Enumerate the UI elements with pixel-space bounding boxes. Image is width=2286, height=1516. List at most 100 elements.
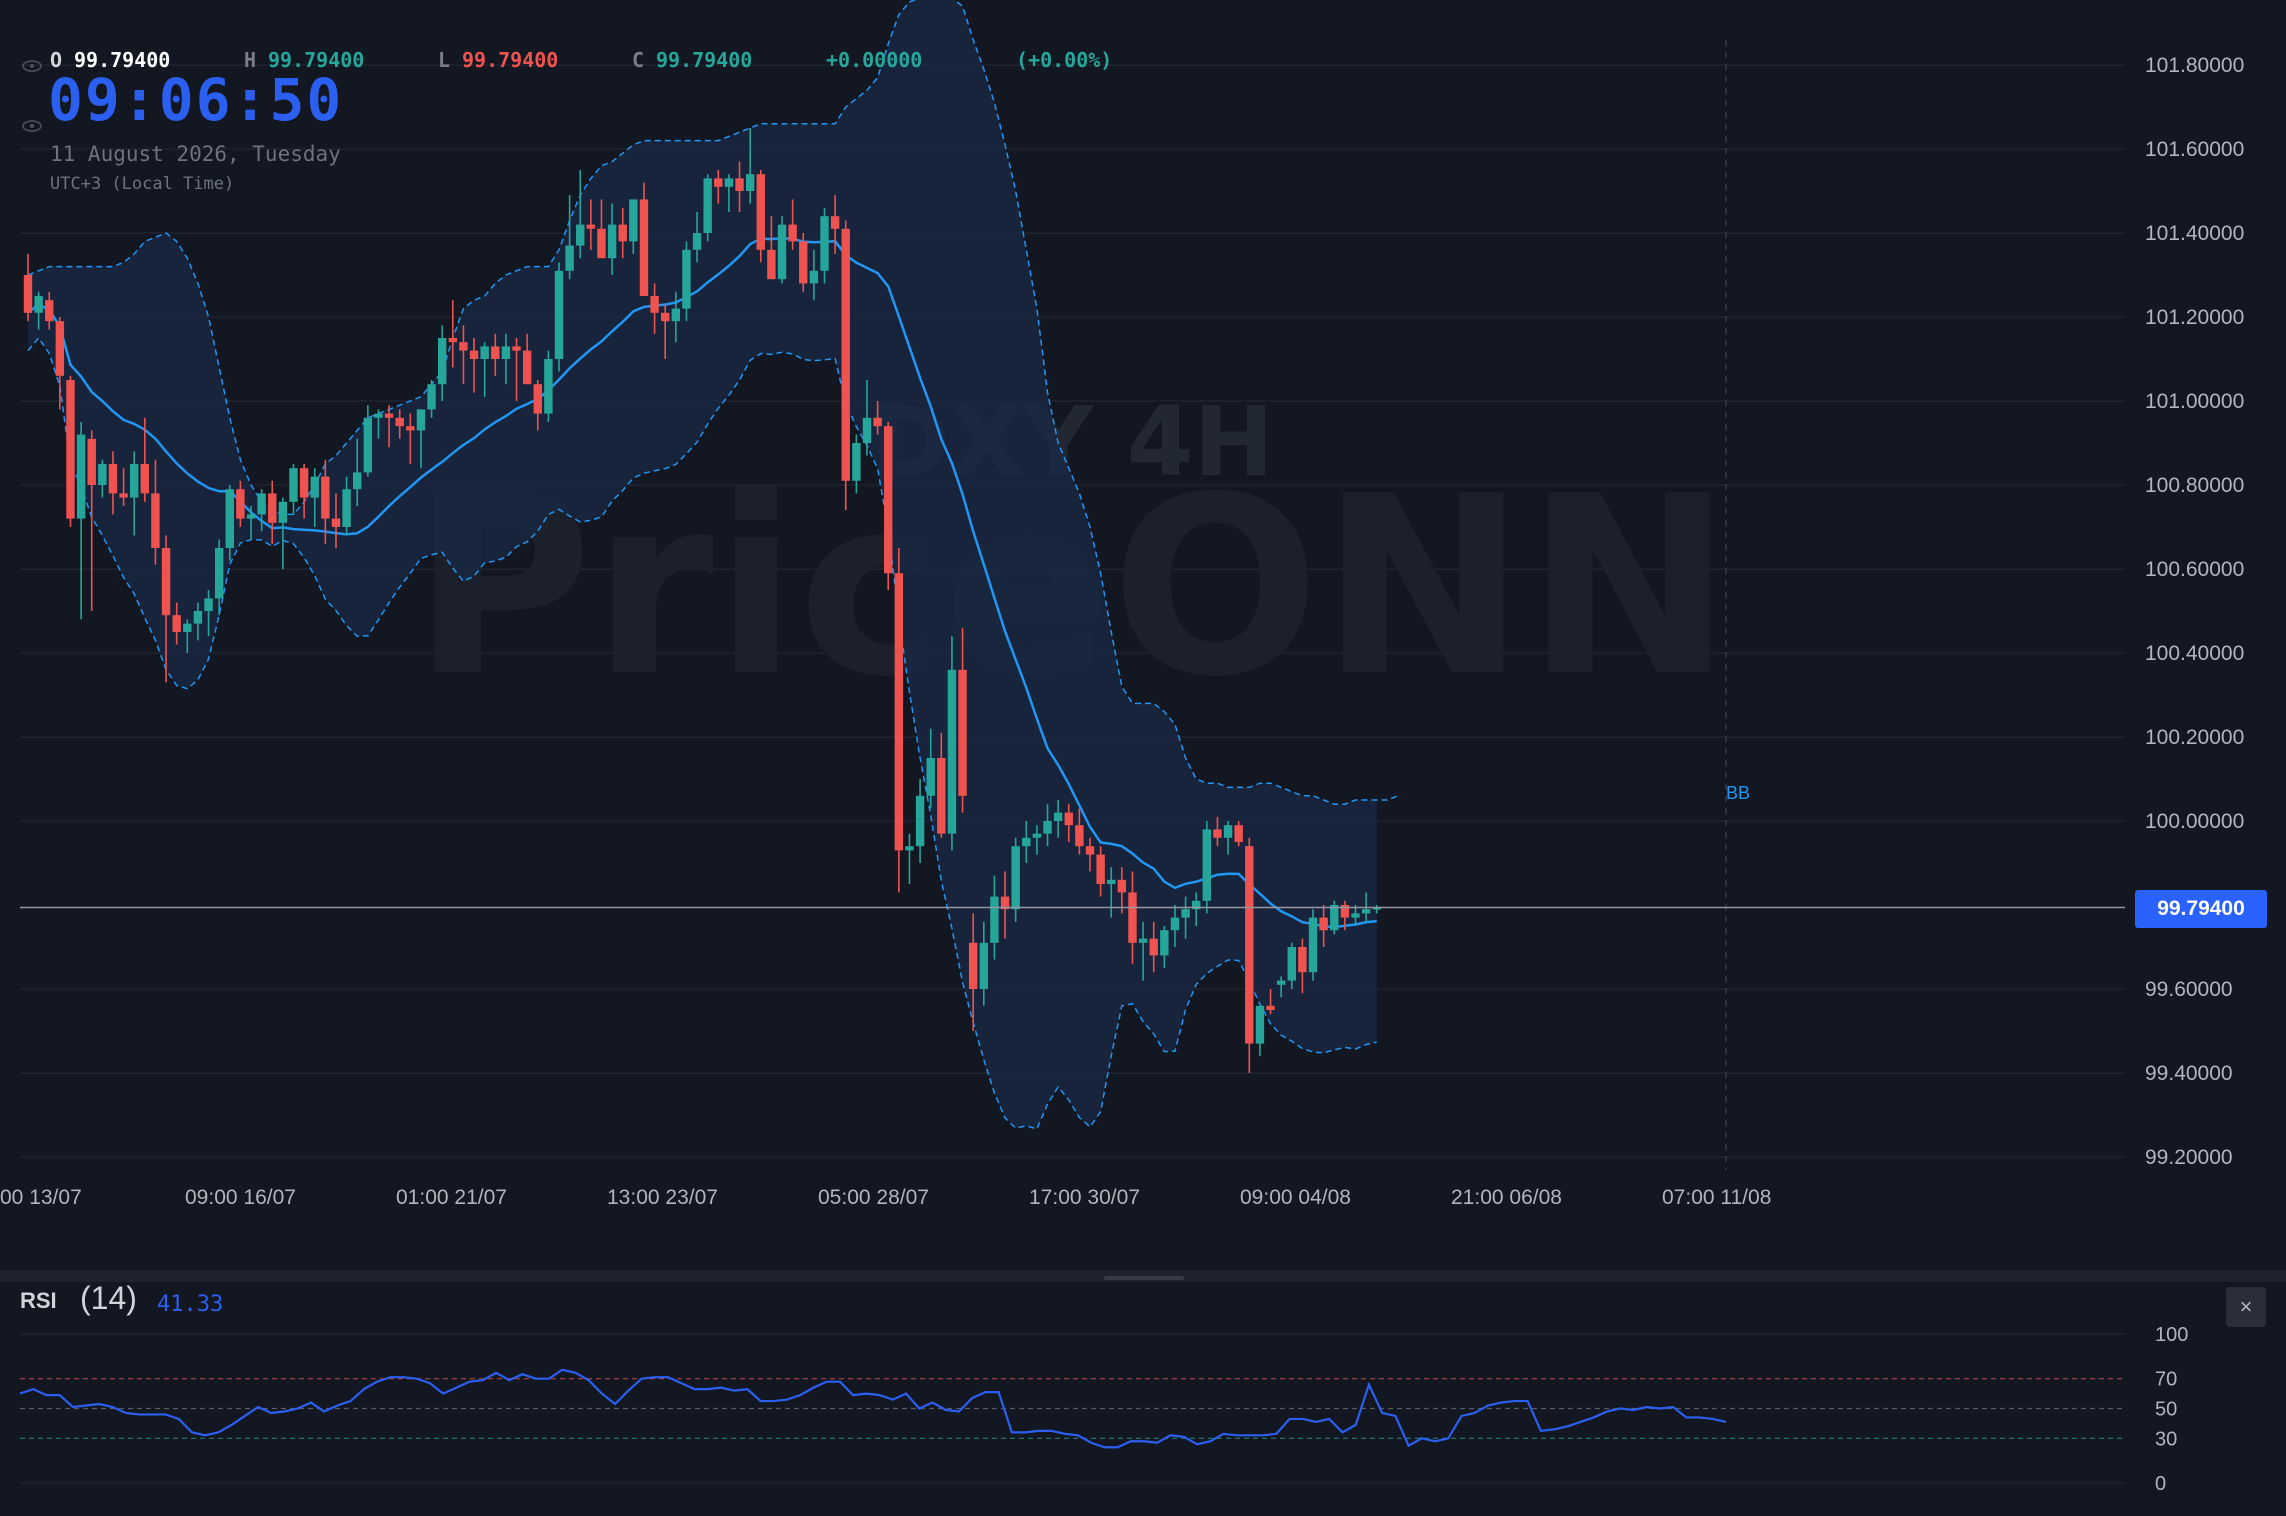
candle-body	[777, 224, 787, 280]
price-chart-canvas[interactable]: DXY 4H PriceONN 101.80000101.60000101.40…	[0, 0, 2286, 1270]
time-axis-label: 09:00 16/07	[185, 1186, 296, 1209]
rsi-pane[interactable]: 100 70 50 30 0 RSI (14) 41.33 ×	[0, 1270, 2286, 1516]
price-axis-label: 101.00000	[2145, 390, 2244, 413]
candle-body	[533, 384, 542, 414]
rsi-period: (14)	[80, 1280, 137, 1316]
candle-body	[1202, 829, 1212, 901]
rsi-axis-label: 0	[2155, 1473, 2166, 1495]
candle-body	[597, 228, 606, 259]
eye-icon[interactable]	[22, 120, 42, 132]
change-percent: (+0.00%)	[1016, 48, 1113, 72]
candle-body	[639, 199, 649, 296]
candle-body	[321, 476, 330, 519]
candle-body	[894, 573, 904, 851]
time-axis-label: 13:00 23/07	[607, 1186, 718, 1209]
candle-body	[735, 178, 744, 191]
low-value: 99.79400	[462, 48, 559, 72]
candle-body	[968, 942, 978, 989]
candle-body	[34, 296, 43, 313]
candle-body	[1022, 837, 1031, 847]
candle-body	[204, 598, 213, 611]
candle-body	[395, 417, 404, 427]
price-axis-label: 99.40000	[2145, 1062, 2233, 1085]
candle-body	[926, 758, 935, 796]
candle-body	[1107, 879, 1116, 884]
candle-body	[586, 224, 596, 229]
candle-body	[544, 359, 553, 414]
candle-body	[1085, 846, 1095, 855]
price-chart[interactable]: DXY 4H PriceONN 101.80000101.60000101.40…	[0, 0, 2286, 1270]
candle-body	[342, 489, 351, 527]
candle-body	[1266, 1005, 1275, 1010]
candle-body	[1298, 947, 1307, 973]
low-label: L	[438, 48, 451, 72]
candle-body	[554, 270, 564, 359]
candle-body	[1032, 833, 1042, 838]
time-axis-label: 05:00 28/07	[818, 1186, 929, 1209]
price-axis-label: 99.60000	[2145, 978, 2233, 1001]
price-axis-label: 100.20000	[2145, 726, 2244, 749]
candle-body	[140, 464, 150, 494]
candle-body	[480, 346, 489, 359]
close-pane-button[interactable]: ×	[2226, 1287, 2266, 1327]
candle-body	[45, 300, 54, 322]
price-axis-label: 101.80000	[2145, 54, 2244, 77]
candle-body	[522, 350, 532, 385]
clock-date: 11 August 2026, Tuesday	[50, 142, 341, 166]
candle-body	[1053, 812, 1063, 821]
candle-body	[459, 342, 468, 351]
candle-body	[183, 623, 192, 632]
candle-body	[1213, 829, 1222, 838]
candle-body	[130, 464, 139, 498]
price-axis-label: 100.80000	[2145, 474, 2244, 497]
candle-body	[108, 464, 118, 494]
eye-icon[interactable]	[22, 60, 42, 72]
candle-body	[703, 178, 712, 233]
candle-body	[406, 426, 415, 431]
candle-body	[437, 338, 447, 385]
price-axis-label: 101.60000	[2145, 138, 2244, 161]
candle-body	[884, 426, 893, 574]
candle-body	[55, 321, 65, 376]
candle-body	[1170, 917, 1180, 931]
candle-body	[448, 338, 457, 343]
candle-body	[299, 468, 309, 498]
candle-body	[1351, 913, 1360, 918]
candle-body	[193, 611, 203, 624]
price-axis-label: 100.00000	[2145, 810, 2244, 833]
candle-body	[841, 228, 850, 481]
rsi-axis-label: 100	[2155, 1324, 2188, 1346]
candle-body	[353, 472, 362, 490]
candle-body	[98, 464, 107, 485]
candle-body	[852, 443, 861, 481]
candle-body	[830, 216, 840, 229]
candle-body	[1149, 938, 1158, 956]
time-axis-label: 00 13/07	[0, 1186, 82, 1209]
candle-body	[958, 669, 967, 796]
candle-body	[225, 489, 234, 548]
candle-body	[1064, 812, 1073, 826]
candle-body	[905, 846, 914, 851]
candle-body	[618, 224, 627, 242]
candle-body	[1096, 854, 1105, 884]
bb-indicator-tag[interactable]: BB	[1726, 783, 1750, 804]
candle-body	[1330, 905, 1339, 931]
candle-body	[87, 438, 96, 485]
rsi-chart-canvas[interactable]: 100 70 50 30 0	[0, 1270, 2286, 1516]
clock-timezone: UTC+3 (Local Time)	[50, 174, 235, 194]
rsi-axis-label: 70	[2155, 1369, 2177, 1391]
candle-body	[671, 308, 681, 322]
price-axis-label: 101.40000	[2145, 222, 2244, 245]
candle-body	[76, 434, 86, 519]
candle-body	[416, 409, 426, 431]
candle-body	[1128, 892, 1137, 943]
close-value: 99.79400	[656, 48, 753, 72]
time-axis-label: 17:00 30/07	[1029, 1186, 1140, 1209]
price-axis-label: 101.20000	[2145, 306, 2244, 329]
time-axis-label: 09:00 04/08	[1240, 1186, 1351, 1209]
candle-body	[788, 224, 797, 242]
candle-body	[1361, 909, 1371, 914]
candle-body	[692, 233, 702, 250]
time-axis-label: 01:00 21/07	[396, 1186, 507, 1209]
clock-time: 09:06:50	[48, 66, 344, 134]
